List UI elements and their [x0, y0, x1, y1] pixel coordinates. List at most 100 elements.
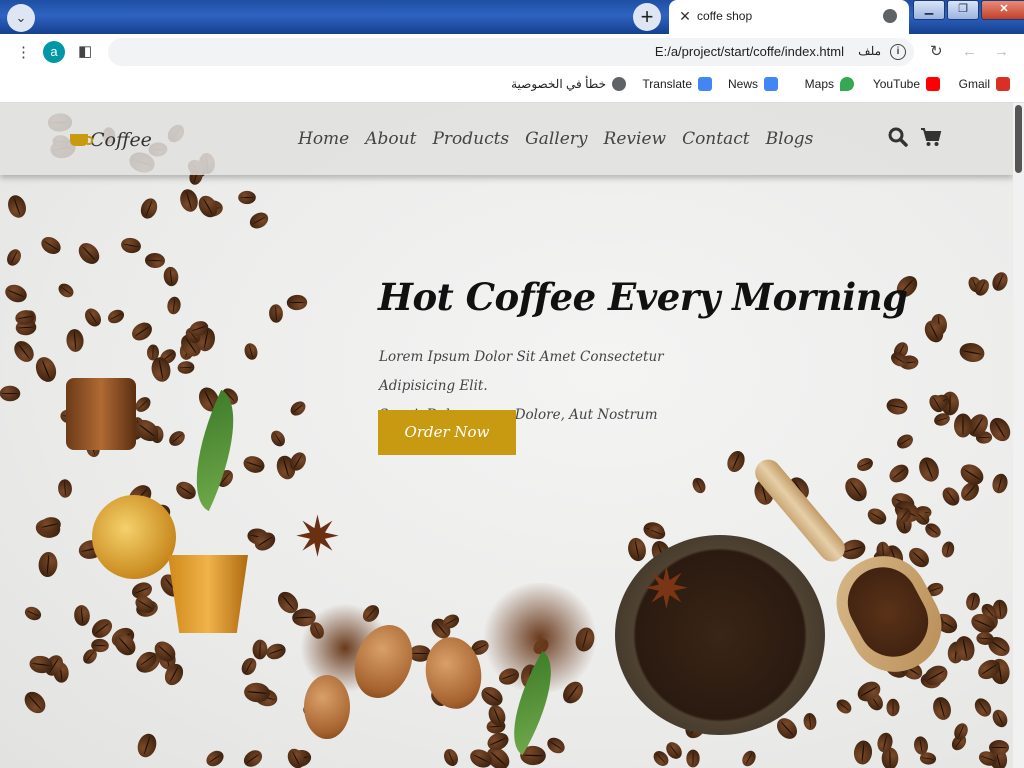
coffee-bean: [242, 341, 260, 362]
bookmarks-bar: Gmail YouTube Maps News Translate خطأ في…: [0, 70, 1024, 103]
coffee-bean: [166, 295, 182, 316]
coffee-bean: [203, 747, 227, 768]
nav-link-about[interactable]: About: [365, 129, 416, 149]
search-icon[interactable]: [888, 127, 908, 147]
order-now-button[interactable]: Order Now: [378, 410, 516, 455]
coffee-bean: [957, 460, 988, 490]
coffee-bean: [172, 478, 200, 503]
tab-title: coffe shop: [697, 9, 753, 23]
coffee-bean: [74, 238, 104, 268]
bookmark-gmail[interactable]: Gmail: [959, 77, 1010, 91]
translate-icon: [698, 77, 712, 91]
coffee-bean: [441, 747, 461, 768]
coffee-bean: [22, 604, 44, 624]
coffee-cup-icon: [70, 134, 93, 146]
shopping-cart-icon[interactable]: [920, 127, 942, 147]
nav-link-products[interactable]: Products: [432, 129, 509, 149]
coffee-bean: [953, 413, 972, 438]
coffee-bean: [854, 455, 875, 474]
profile-avatar[interactable]: a: [43, 41, 65, 63]
tab-close-icon[interactable]: ✕: [677, 8, 693, 24]
nutmeg-image: [304, 675, 350, 739]
scrollbar-thumb[interactable]: [1015, 105, 1022, 173]
browser-menu-icon[interactable]: ⋮: [16, 43, 31, 61]
coffee-bean: [915, 454, 943, 485]
side-panel-icon[interactable]: ◧: [78, 42, 92, 60]
coffee-bean: [10, 337, 39, 366]
coffee-bean: [919, 751, 938, 766]
coffee-bean: [72, 604, 91, 627]
browser-tab[interactable]: ✕ coffe shop: [669, 0, 909, 34]
nav-link-blogs[interactable]: Blogs: [766, 129, 814, 149]
coffee-bean: [958, 340, 987, 364]
coffee-bean: [4, 247, 24, 269]
coffee-bean: [145, 252, 166, 269]
page-viewport: ✷ ✷ Coffee Home About Products Gallery R…: [0, 103, 1013, 768]
forward-arrow-icon[interactable]: →: [994, 43, 1009, 60]
star-anise-image: ✷: [294, 505, 341, 568]
coffee-bean: [287, 398, 309, 419]
coffee-bean: [37, 551, 58, 578]
restore-button[interactable]: ❐: [947, 0, 979, 20]
coffee-bean: [252, 639, 268, 661]
page-scrollbar[interactable]: [1013, 103, 1024, 768]
coffee-bean: [689, 475, 708, 495]
coffee-bean: [989, 707, 1011, 730]
globe-icon: [612, 77, 626, 91]
coffee-bean: [238, 190, 256, 204]
address-url[interactable]: E:/a/project/start/coffe/index.html: [655, 44, 844, 59]
coffee-bean: [894, 431, 916, 452]
close-window-button[interactable]: ✕: [981, 0, 1024, 20]
coffee-bean: [864, 505, 890, 528]
coffee-bean: [269, 303, 284, 323]
coffee-bean: [739, 748, 759, 768]
back-arrow-icon[interactable]: ←: [962, 43, 977, 60]
bookmark-maps[interactable]: Maps: [805, 77, 854, 91]
coffee-bean: [990, 472, 1010, 495]
nav-link-review[interactable]: Review: [604, 129, 667, 149]
coffee-capsule-image: [168, 555, 248, 633]
coffee-bean: [240, 746, 266, 768]
youtube-icon: [926, 77, 940, 91]
bookmark-label: Maps: [804, 77, 834, 91]
coffee-bean: [242, 681, 271, 703]
coffee-capsule-image: [92, 495, 176, 579]
maps-icon: [840, 77, 854, 91]
coffee-bean: [885, 396, 910, 417]
coffee-bean: [120, 236, 143, 255]
nav-link-home[interactable]: Home: [298, 129, 349, 149]
coffee-bean: [5, 193, 30, 221]
hero-text-line: Lorem Ipsum Dolor Sit Amet Consectetur A…: [379, 349, 664, 394]
hero-title: Hot Coffee Every Morning: [378, 275, 908, 319]
coffee-bean: [37, 233, 64, 258]
coffee-bean: [853, 739, 874, 766]
coffee-bean: [929, 695, 954, 723]
bookmark-youtube[interactable]: YouTube: [873, 77, 940, 91]
coffee-bean: [177, 187, 201, 215]
coffee-bean: [939, 540, 956, 560]
bookmark-privacy-error[interactable]: خطأ في الخصوصية: [511, 77, 626, 91]
bookmark-label: Translate: [642, 77, 692, 91]
tab-search-chevron-icon[interactable]: ⌄: [7, 4, 35, 32]
coffee-bean: [686, 749, 701, 768]
address-bar[interactable]: E:/a/project/start/coffe/index.html ملف …: [108, 38, 914, 66]
bookmark-label: Gmail: [958, 77, 990, 91]
nav-links: Home About Products Gallery Review Conta…: [298, 129, 813, 149]
star-anise-image: ✷: [643, 557, 690, 620]
coffee-bean: [55, 281, 77, 301]
coffee-bean: [971, 695, 995, 721]
coffee-bean: [264, 640, 288, 662]
site-info-icon[interactable]: i: [890, 44, 906, 60]
nav-link-gallery[interactable]: Gallery: [525, 129, 587, 149]
coffee-bean: [885, 460, 912, 486]
minimize-button[interactable]: ▁: [913, 0, 945, 20]
nav-link-contact[interactable]: Contact: [682, 129, 750, 149]
bookmark-news[interactable]: News: [728, 77, 778, 91]
site-logo[interactable]: Coffee: [70, 129, 152, 151]
nav-icons: [888, 127, 942, 147]
bookmark-translate[interactable]: Translate: [642, 77, 712, 91]
coffee-bean: [964, 591, 982, 612]
coffee-bean: [20, 688, 50, 718]
new-tab-button[interactable]: +: [633, 3, 661, 31]
reload-icon[interactable]: ↻: [930, 42, 943, 60]
